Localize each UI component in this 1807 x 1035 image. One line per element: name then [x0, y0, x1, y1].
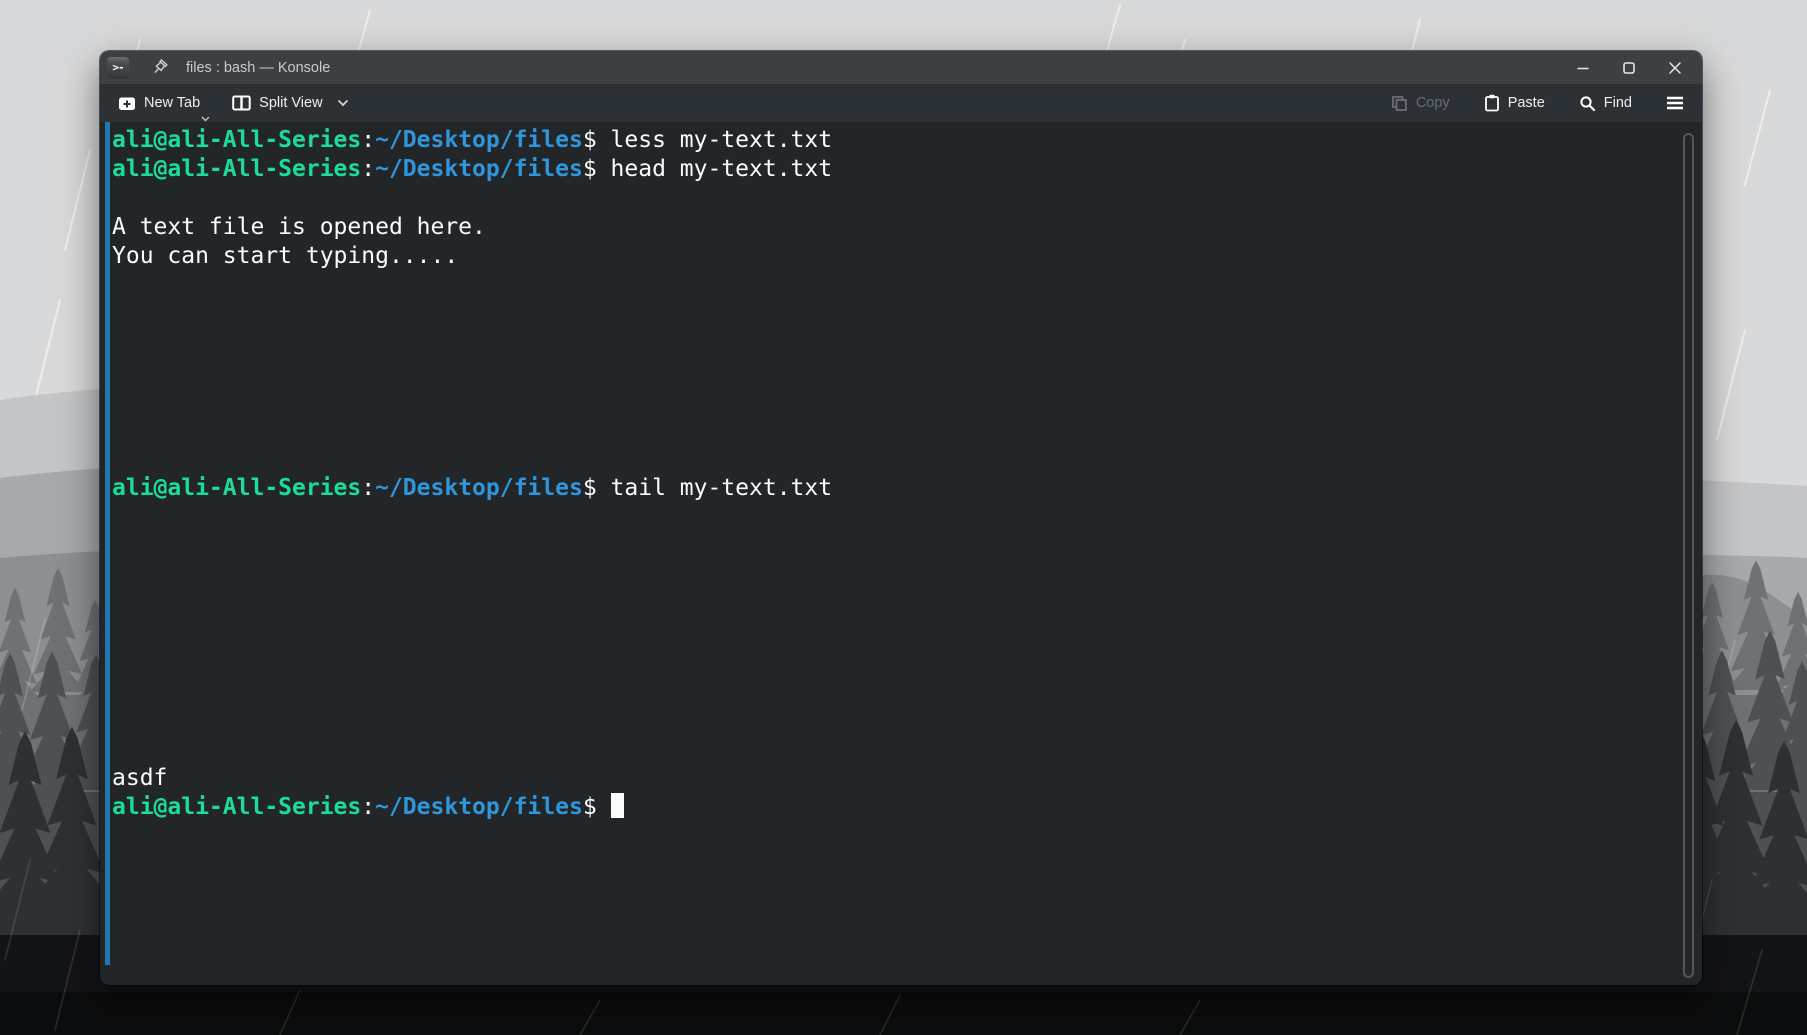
toolbar: New Tab Split View [100, 84, 1702, 122]
terminal-blank-line [112, 184, 1672, 213]
prompt-user-host: ali@ali-All-Series [112, 475, 361, 501]
output-text: A text file is opened here. [112, 213, 1672, 242]
pin-icon[interactable] [151, 59, 168, 76]
minimize-button[interactable] [1572, 57, 1594, 79]
new-tab-dropdown-icon[interactable] [201, 116, 210, 122]
copy-label: Copy [1416, 95, 1450, 111]
command-text: less my-text.txt [611, 127, 833, 153]
terminal-blank-line [112, 387, 1672, 416]
terminal-blank-line [112, 416, 1672, 445]
terminal-blank-line [112, 677, 1672, 706]
terminal-line: ali@ali-All-Series:~/Desktop/files$ head… [112, 155, 1672, 184]
new-tab-button[interactable]: New Tab [116, 91, 202, 116]
terminal-blank-line [112, 503, 1672, 532]
terminal-line: ali@ali-All-Series:~/Desktop/files$ tail… [112, 474, 1672, 503]
window-title: files : bash — Konsole [186, 60, 330, 76]
paste-label: Paste [1508, 95, 1545, 111]
new-tab-icon [118, 95, 136, 112]
terminal-blank-line [112, 648, 1672, 677]
prompt-separator: : [361, 475, 375, 501]
prompt-path: ~/Desktop/files [375, 156, 583, 182]
hamburger-icon [1666, 96, 1684, 110]
prompt-dollar: $ [583, 156, 611, 182]
prompt-user-host: ali@ali-All-Series [112, 794, 361, 820]
copy-button[interactable]: Copy [1389, 91, 1452, 116]
prompt-dollar: $ [583, 794, 611, 820]
prompt-dollar: $ [583, 475, 611, 501]
terminal-blank-line [112, 706, 1672, 735]
terminal-blank-line [112, 445, 1672, 474]
titlebar[interactable]: >- files : bash — Konsole [100, 51, 1702, 84]
paste-button[interactable]: Paste [1482, 90, 1547, 116]
scroll-position-strip [105, 122, 110, 965]
output-text: asdf [112, 764, 1672, 793]
output-text: You can start typing..... [112, 242, 1672, 271]
split-view-label: Split View [259, 95, 322, 111]
terminal-blank-line [112, 329, 1672, 358]
maximize-button[interactable] [1618, 57, 1640, 79]
terminal-line: ali@ali-All-Series:~/Desktop/files$ [112, 793, 1672, 822]
find-button[interactable]: Find [1577, 91, 1634, 116]
terminal-blank-line [112, 532, 1672, 561]
command-text: head my-text.txt [611, 156, 833, 182]
close-button[interactable] [1664, 57, 1686, 79]
konsole-window: >- files : bash — Konsole [100, 51, 1702, 985]
prompt-separator: : [361, 156, 375, 182]
terminal-area[interactable]: ali@ali-All-Series:~/Desktop/files$ less… [100, 122, 1702, 985]
terminal-blank-line [112, 358, 1672, 387]
terminal-blank-line [112, 271, 1672, 300]
prompt-path: ~/Desktop/files [375, 794, 583, 820]
copy-icon [1391, 95, 1408, 112]
terminal-blank-line [112, 735, 1672, 764]
prompt-path: ~/Desktop/files [375, 127, 583, 153]
terminal-blank-line [112, 561, 1672, 590]
prompt-path: ~/Desktop/files [375, 475, 583, 501]
terminal-screen[interactable]: ali@ali-All-Series:~/Desktop/files$ less… [112, 126, 1672, 985]
split-view-icon [232, 95, 251, 111]
scrollbar[interactable] [1683, 133, 1694, 978]
prompt-dollar: $ [583, 127, 611, 153]
terminal-cursor [611, 793, 624, 818]
split-view-chevron-icon [337, 99, 349, 107]
terminal-blank-line [112, 619, 1672, 648]
konsole-app-icon[interactable]: >- [107, 57, 129, 79]
prompt-separator: : [361, 127, 375, 153]
find-label: Find [1604, 95, 1632, 111]
paste-icon [1484, 94, 1500, 112]
terminal-blank-line [112, 590, 1672, 619]
split-view-button[interactable]: Split View [230, 91, 350, 115]
menu-button[interactable] [1664, 92, 1686, 114]
prompt-separator: : [361, 794, 375, 820]
command-text: tail my-text.txt [611, 475, 833, 501]
terminal-blank-line [112, 300, 1672, 329]
prompt-user-host: ali@ali-All-Series [112, 156, 361, 182]
new-tab-label: New Tab [144, 95, 200, 111]
terminal-line: ali@ali-All-Series:~/Desktop/files$ less… [112, 126, 1672, 155]
prompt-user-host: ali@ali-All-Series [112, 127, 361, 153]
search-icon [1579, 95, 1596, 112]
